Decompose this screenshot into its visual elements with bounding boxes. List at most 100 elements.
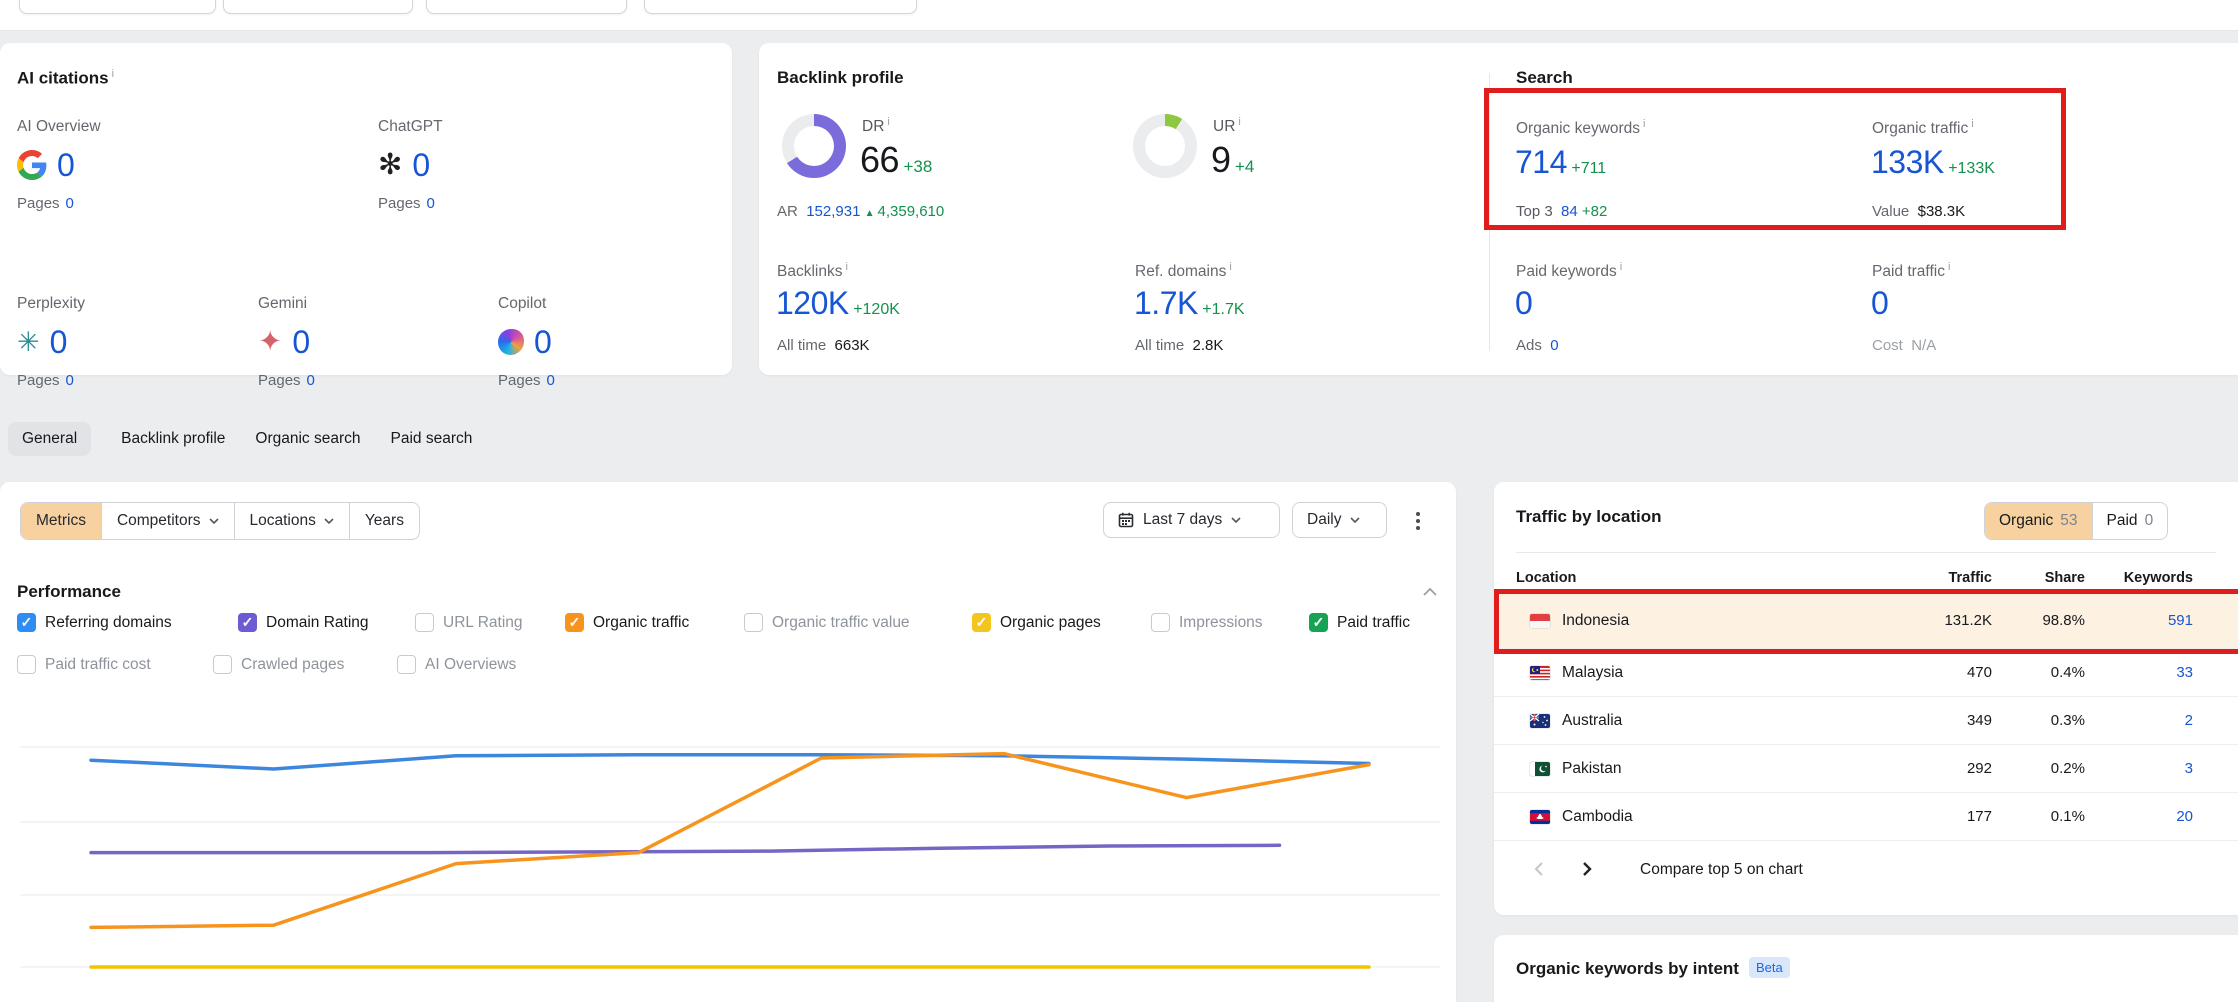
traffic-by-location-panel: Traffic by location Organic53 Paid0 Loca… (1494, 482, 2238, 915)
column-location: Location (1516, 570, 1576, 586)
keywords-link[interactable]: 33 (2176, 664, 2193, 681)
info-icon[interactable] (1948, 261, 1950, 273)
segment-metrics[interactable]: Metrics (21, 503, 101, 539)
info-icon[interactable] (845, 261, 847, 273)
pakistan-flag (1530, 762, 1550, 776)
organic-traffic-link[interactable]: 133K (1871, 144, 1944, 180)
next-page-button[interactable] (1574, 856, 1600, 882)
dr-value: 66 +38 (860, 139, 932, 181)
backlinks-link[interactable]: 120K (776, 285, 849, 321)
info-icon[interactable] (112, 68, 114, 80)
collapse-icon[interactable] (1422, 587, 1438, 597)
compare-top5-link[interactable]: Compare top 5 on chart (1640, 861, 1803, 879)
location-row-australia[interactable]: Australia 349 0.3% 2 (1494, 697, 2238, 745)
metric-checkbox-paid-traffic[interactable]: Paid traffic (1309, 613, 1410, 632)
checkbox-icon (744, 613, 763, 632)
ar-line: AR 152,931 4,359,610 (777, 203, 944, 220)
ref-domains-link[interactable]: 1.7K (1134, 285, 1198, 321)
tab-backlink-profile[interactable]: Backlink profile (121, 430, 225, 448)
chevron-down-icon (1350, 517, 1360, 523)
pages-link[interactable]: 0 (307, 372, 315, 389)
info-icon[interactable] (1620, 261, 1622, 273)
checkbox-icon (565, 613, 584, 632)
date-range-button[interactable]: Last 7 days (1103, 502, 1280, 538)
checkbox-icon (415, 613, 434, 632)
metric-checkbox-domain-rating[interactable]: Domain Rating (238, 613, 369, 632)
segment-locations[interactable]: Locations (234, 503, 349, 539)
top-input-fragment[interactable] (426, 0, 627, 14)
metric-checkbox-paid-traffic-cost[interactable]: Paid traffic cost (17, 655, 151, 674)
info-icon[interactable] (1643, 118, 1645, 130)
pages-link[interactable]: 0 (66, 195, 74, 212)
top-input-fragment[interactable] (223, 0, 413, 14)
location-row-malaysia[interactable]: Malaysia 470 0.4% 33 (1494, 649, 2238, 697)
segment-competitors[interactable]: Competitors (101, 503, 234, 539)
segment-years[interactable]: Years (349, 503, 419, 539)
location-row-cambodia[interactable]: Cambodia 177 0.1% 20 (1494, 793, 2238, 841)
metric-checkbox-referring-domains[interactable]: Referring domains (17, 613, 172, 632)
info-icon[interactable] (1971, 118, 1973, 130)
checkbox-icon (17, 613, 36, 632)
checkbox-icon (1151, 613, 1170, 632)
chevron-down-icon (324, 518, 334, 524)
top-input-fragment[interactable] (19, 0, 216, 14)
ads-link[interactable]: 0 (1550, 337, 1558, 354)
metric-checkbox-organic-traffic[interactable]: Organic traffic (565, 613, 689, 632)
ai-item-perplexity: Perplexity ✳0 Pages0 (17, 295, 257, 389)
ref-domains-value: 1.7K +1.7K (1134, 285, 1245, 322)
info-icon[interactable] (1238, 116, 1240, 128)
chatgpt-count: 0 (412, 147, 430, 184)
top-input-fragment[interactable] (644, 0, 917, 14)
prev-page-button[interactable] (1526, 856, 1552, 882)
metric-checkbox-impressions[interactable]: Impressions (1151, 613, 1263, 632)
keywords-link[interactable]: 3 (2185, 760, 2193, 777)
more-options-icon[interactable] (1410, 506, 1426, 536)
backlink-profile-title: Backlink profile (777, 68, 904, 88)
performance-title: Performance (17, 582, 121, 602)
cambodia-flag (1530, 810, 1550, 824)
tab-paid-search[interactable]: Paid search (391, 430, 473, 448)
checkbox-icon (238, 613, 257, 632)
tab-organic-search[interactable]: Organic search (255, 430, 360, 448)
dr-donut (782, 114, 846, 178)
info-icon[interactable] (887, 116, 889, 128)
metrics-segmented-control: Metrics Competitors Locations Years (20, 502, 420, 540)
section-tabs: General Backlink profile Organic search … (0, 421, 472, 457)
keywords-link[interactable]: 2 (2185, 712, 2193, 729)
traffic-by-location-title: Traffic by location (1516, 507, 1661, 527)
metric-checkbox-crawled-pages[interactable]: Crawled pages (213, 655, 344, 674)
keywords-by-intent-panel: Organic keywords by intentBeta (1494, 935, 2238, 1002)
toggle-paid[interactable]: Paid0 (2092, 503, 2168, 539)
column-share: Share (2015, 570, 2085, 586)
pages-link[interactable]: 0 (427, 195, 435, 212)
keywords-link[interactable]: 20 (2176, 808, 2193, 825)
metric-checkbox-organic-traffic-value[interactable]: Organic traffic value (744, 613, 910, 632)
pages-link[interactable]: 0 (547, 372, 555, 389)
backlink-search-panel: Backlink profile DR 66 +38 AR 152,931 4,… (759, 43, 2238, 375)
ai-item-chatgpt: ChatGPT ✻0 Pages0 (378, 118, 618, 212)
tab-general[interactable]: General (8, 422, 91, 456)
performance-panel: Metrics Competitors Locations Years Last… (0, 482, 1456, 1002)
toggle-organic[interactable]: Organic53 (1985, 503, 2092, 539)
gemini-icon: ✦ (258, 328, 282, 357)
top3-link[interactable]: 84 (1561, 203, 1578, 220)
metric-checkbox-ai-overviews[interactable]: AI Overviews (397, 655, 516, 674)
pages-link[interactable]: 0 (66, 372, 74, 389)
keywords-link[interactable]: 591 (2168, 612, 2193, 629)
top-bar (0, 0, 2238, 31)
location-row-indonesia[interactable]: Indonesia 131.2K 98.8% 591 (1494, 593, 2238, 649)
info-icon[interactable] (1229, 261, 1231, 273)
location-row-pakistan[interactable]: Pakistan 292 0.2% 3 (1494, 745, 2238, 793)
metric-checkbox-url-rating[interactable]: URL Rating (415, 613, 523, 632)
ar-link[interactable]: 152,931 (806, 203, 860, 220)
granularity-button[interactable]: Daily (1292, 502, 1387, 538)
divider (1516, 552, 2216, 553)
search-title: Search (1516, 68, 1573, 88)
perplexity-count: 0 (50, 324, 68, 361)
organic-keywords-link[interactable]: 714 (1515, 144, 1567, 180)
metric-checkbox-organic-pages[interactable]: Organic pages (972, 613, 1101, 632)
backlinks-value: 120K +120K (776, 285, 900, 322)
dashboard: AI citations AI Overview 0 Pages0 ChatGP… (0, 0, 2238, 1002)
ai-item-gemini: Gemini ✦0 Pages0 (258, 295, 498, 389)
column-traffic: Traffic (1912, 570, 1992, 586)
